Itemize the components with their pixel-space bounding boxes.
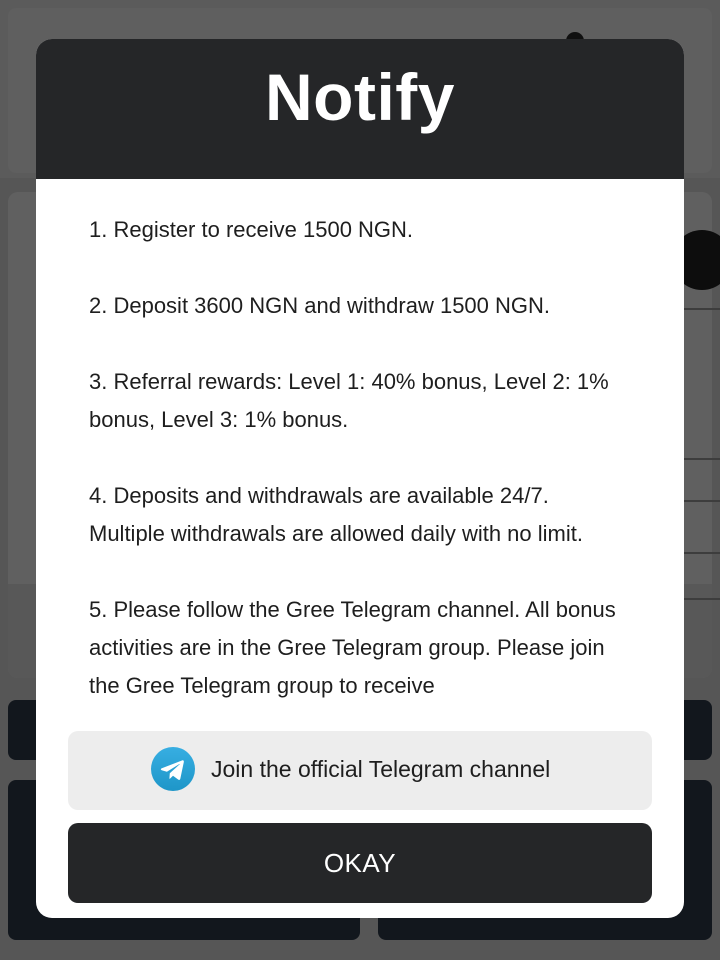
notice-item-1: 1. Register to receive 1500 NGN. bbox=[89, 217, 414, 242]
notice-item-5: 5. Please follow the Gree Telegram chann… bbox=[89, 597, 616, 698]
notice-item-4: 4. Deposits and withdrawals are availabl… bbox=[89, 483, 583, 546]
join-telegram-button[interactable]: Join the official Telegram channel bbox=[68, 731, 652, 810]
dialog-title: Notify bbox=[265, 60, 455, 134]
notify-dialog: Notify 1. Register to receive 1500 NGN. … bbox=[36, 39, 684, 918]
notice-item-2: 2. Deposit 3600 NGN and withdraw 1500 NG… bbox=[89, 293, 551, 318]
join-telegram-label: Join the official Telegram channel bbox=[211, 756, 551, 782]
dialog-body[interactable]: 1. Register to receive 1500 NGN. 2. Depo… bbox=[89, 211, 629, 730]
notice-item-3: 3. Referral rewards: Level 1: 40% bonus,… bbox=[89, 369, 609, 432]
okay-button[interactable]: OKAY bbox=[68, 823, 652, 903]
telegram-icon bbox=[151, 747, 195, 791]
dialog-header: Notify bbox=[36, 39, 684, 179]
